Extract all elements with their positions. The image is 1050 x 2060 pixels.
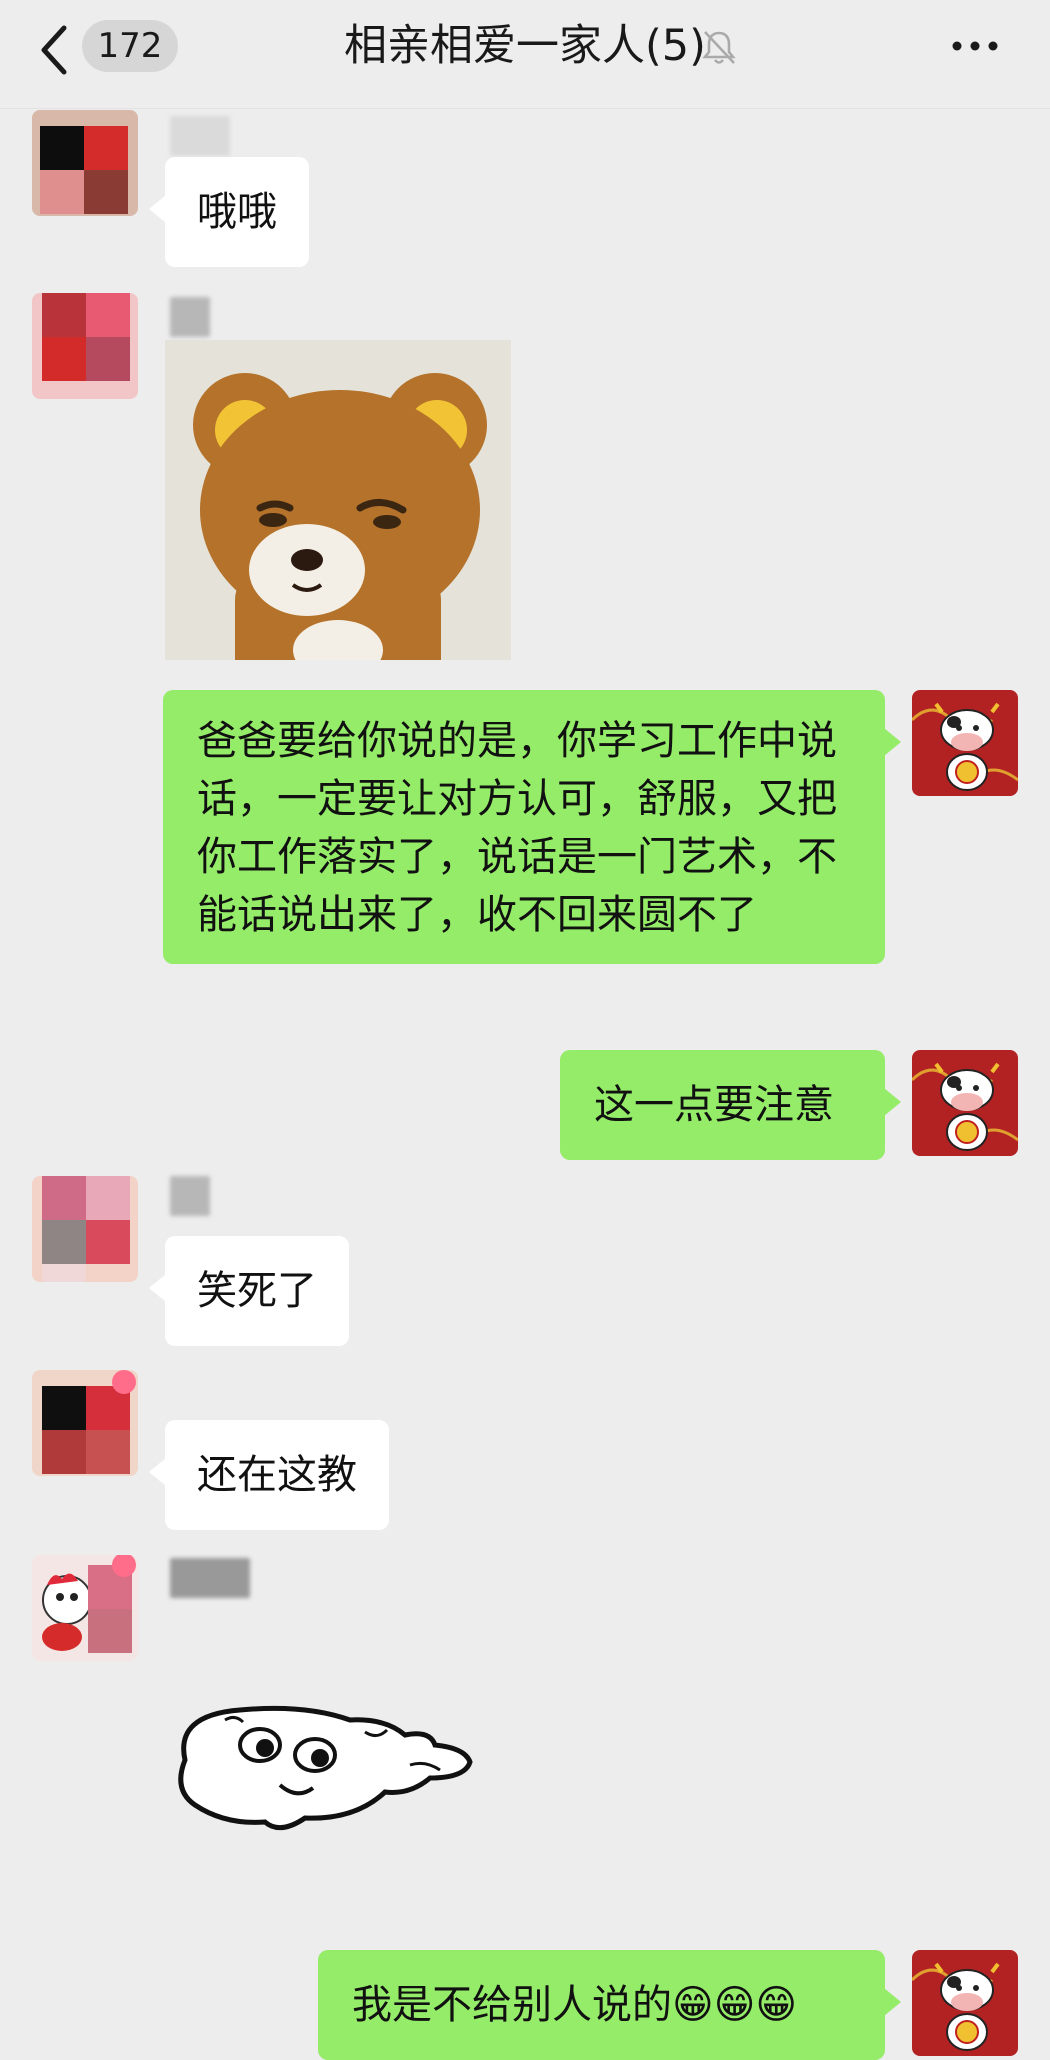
- avatar[interactable]: [32, 1555, 138, 1661]
- message-bubble[interactable]: 还在这教: [149, 1420, 389, 1530]
- bell-muted-icon: [702, 31, 736, 64]
- message-bubble[interactable]: 哦哦: [149, 157, 309, 267]
- sender-name-blurred: [170, 116, 230, 156]
- chat-title[interactable]: 相亲相爱一家人(5): [0, 18, 1050, 74]
- avatar[interactable]: [32, 293, 138, 399]
- sender-name-blurred: [170, 297, 210, 337]
- message-bubble[interactable]: 我是不给别人说的😁😁😁: [318, 1950, 901, 2060]
- message-bubble[interactable]: 笑死了: [149, 1236, 349, 1346]
- sender-name-blurred: [170, 1558, 250, 1598]
- avatar-self[interactable]: [912, 690, 1018, 796]
- sender-name-blurred: [170, 1176, 210, 1216]
- chat-header: 172 相亲相爱一家人(5): [0, 0, 1050, 109]
- cartoon-face-sticker[interactable]: [165, 1700, 485, 1845]
- avatar[interactable]: [32, 1176, 138, 1282]
- message-bubble[interactable]: 爸爸要给你说的是，你学习工作中说话，一定要让对方认可，舒服，又把你工作落实了，说…: [163, 690, 901, 964]
- bear-sticker[interactable]: [165, 340, 511, 680]
- avatar-self[interactable]: [912, 1050, 1018, 1156]
- avatar-self[interactable]: [912, 1950, 1018, 2056]
- more-dots-icon[interactable]: [950, 28, 1000, 64]
- avatar[interactable]: [32, 1370, 138, 1476]
- avatar[interactable]: [32, 110, 138, 216]
- message-bubble[interactable]: 这一点要注意: [560, 1050, 901, 1160]
